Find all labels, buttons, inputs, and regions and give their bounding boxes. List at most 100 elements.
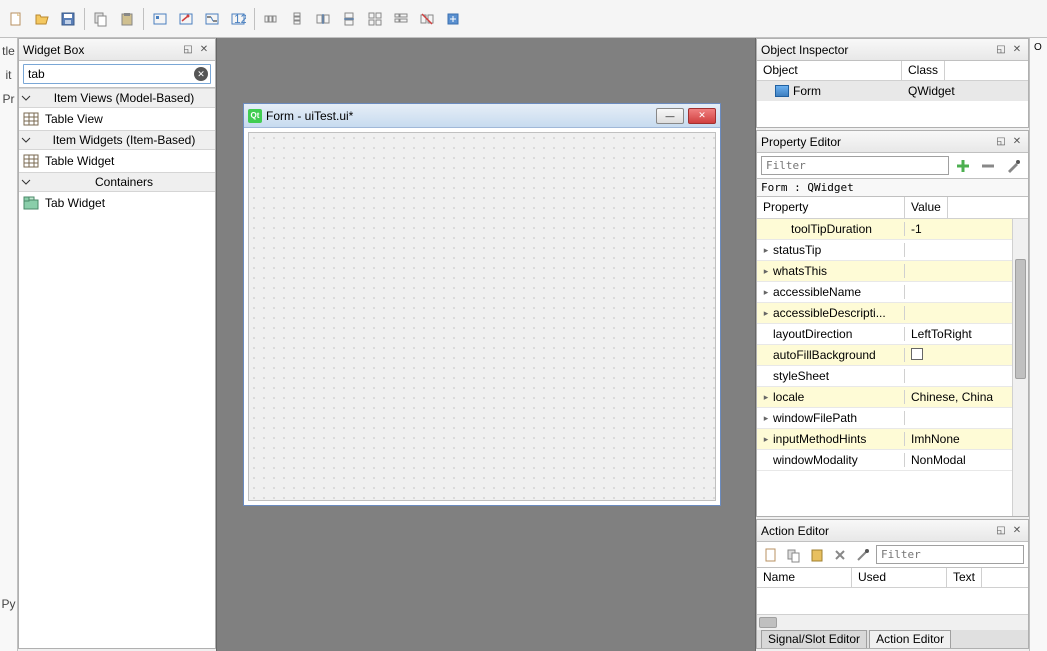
property-header[interactable]: Property Value bbox=[757, 197, 1028, 219]
form-title-bar[interactable]: Qt Form - uiTest.ui* — ✕ bbox=[244, 104, 720, 128]
close-icon[interactable]: ✕ bbox=[1010, 43, 1024, 57]
property-row[interactable]: ▸localeChinese, China bbox=[757, 387, 1028, 408]
layout-hsplit-button[interactable] bbox=[311, 7, 335, 31]
undock-icon[interactable]: ◱ bbox=[994, 43, 1008, 57]
widget-table-widget[interactable]: Table Widget bbox=[19, 150, 215, 172]
right-column: Object Inspector ◱✕ Object Class Form QW… bbox=[756, 38, 1029, 651]
widget-tab-widget[interactable]: Tab Widget bbox=[19, 192, 215, 214]
left-tab-4[interactable]: Py bbox=[1, 597, 15, 611]
design-canvas[interactable]: Qt Form - uiTest.ui* — ✕ bbox=[216, 38, 756, 651]
save-file-button[interactable] bbox=[56, 7, 80, 31]
break-layout-button[interactable] bbox=[415, 7, 439, 31]
action-hscrollbar[interactable] bbox=[757, 614, 1028, 630]
close-icon[interactable]: ✕ bbox=[1010, 135, 1024, 149]
layout-form-button[interactable] bbox=[389, 7, 413, 31]
configure-action-icon[interactable] bbox=[853, 545, 873, 565]
action-header[interactable]: Name Used Text bbox=[757, 568, 1028, 588]
expand-icon[interactable]: ▸ bbox=[761, 308, 771, 318]
action-editor-panel: Action Editor ◱✕ Name Used Text Signal/S… bbox=[756, 519, 1029, 649]
layout-vsplit-button[interactable] bbox=[337, 7, 361, 31]
tab-action-editor[interactable]: Action Editor bbox=[869, 630, 951, 648]
paste-button[interactable] bbox=[115, 7, 139, 31]
copy-action-button[interactable] bbox=[784, 545, 804, 565]
edit-widgets-button[interactable] bbox=[148, 7, 172, 31]
property-row[interactable]: ▸statusTip bbox=[757, 240, 1028, 261]
close-icon[interactable]: ✕ bbox=[1010, 524, 1024, 538]
expand-icon[interactable]: ▸ bbox=[761, 245, 771, 255]
property-filter-input[interactable] bbox=[761, 156, 949, 175]
property-row[interactable]: styleSheet bbox=[757, 366, 1028, 387]
expand-icon[interactable]: ▸ bbox=[761, 287, 771, 297]
copy-button[interactable] bbox=[89, 7, 113, 31]
close-button[interactable]: ✕ bbox=[688, 108, 716, 124]
minimize-button[interactable]: — bbox=[656, 108, 684, 124]
hscroll-thumb[interactable] bbox=[759, 617, 777, 628]
new-action-button[interactable] bbox=[761, 545, 781, 565]
property-row[interactable]: ▸windowFilePath bbox=[757, 408, 1028, 429]
layout-vertical-button[interactable] bbox=[285, 7, 309, 31]
widget-box-search[interactable]: ✕ bbox=[23, 64, 211, 84]
layout-grid-button[interactable] bbox=[363, 7, 387, 31]
object-inspector-header[interactable]: Object Class bbox=[757, 61, 1028, 81]
property-row[interactable]: toolTipDuration-1 bbox=[757, 219, 1028, 240]
edit-buddies-button[interactable] bbox=[200, 7, 224, 31]
layout-horizontal-button[interactable] bbox=[259, 7, 283, 31]
category-containers[interactable]: Containers bbox=[19, 172, 215, 192]
property-row[interactable]: ▸inputMethodHintsImhNone bbox=[757, 429, 1028, 450]
property-row[interactable]: layoutDirectionLeftToRight bbox=[757, 324, 1028, 345]
remove-property-button[interactable] bbox=[977, 155, 999, 177]
form-title: Form - uiTest.ui* bbox=[266, 109, 652, 123]
undock-icon[interactable]: ◱ bbox=[994, 524, 1008, 538]
clear-search-icon[interactable]: ✕ bbox=[194, 67, 208, 81]
action-filter-input[interactable] bbox=[876, 545, 1024, 564]
bottom-tabs: Signal/Slot Editor Action Editor bbox=[757, 630, 1028, 648]
toolbar-separator bbox=[84, 8, 85, 30]
widget-box-title: Widget Box bbox=[23, 43, 181, 57]
qt-logo-icon: Qt bbox=[248, 109, 262, 123]
main-toolbar: 123 bbox=[0, 0, 1047, 38]
expand-icon[interactable]: ▸ bbox=[761, 413, 771, 423]
expand-icon[interactable]: ▸ bbox=[761, 266, 771, 276]
object-inspector-title: Object Inspector bbox=[761, 43, 994, 57]
property-row[interactable]: ▸whatsThis bbox=[757, 261, 1028, 282]
property-list[interactable]: toolTipDuration-1▸statusTip▸whatsThis▸ac… bbox=[757, 219, 1028, 516]
property-editor-title: Property Editor bbox=[761, 135, 994, 149]
undock-icon[interactable]: ◱ bbox=[994, 135, 1008, 149]
property-row[interactable]: windowModalityNonModal bbox=[757, 450, 1028, 471]
left-tab-1[interactable]: it bbox=[6, 68, 12, 82]
tab-signal-slot[interactable]: Signal/Slot Editor bbox=[761, 630, 867, 648]
right-tab-0[interactable]: O bbox=[1030, 38, 1047, 57]
form-window[interactable]: Qt Form - uiTest.ui* — ✕ bbox=[243, 103, 721, 506]
delete-action-button[interactable] bbox=[830, 545, 850, 565]
checkbox[interactable] bbox=[911, 348, 923, 360]
adjust-size-button[interactable] bbox=[441, 7, 465, 31]
property-row[interactable]: autoFillBackground bbox=[757, 345, 1028, 366]
form-body[interactable] bbox=[248, 132, 716, 501]
configure-icon[interactable] bbox=[1002, 155, 1024, 177]
edit-signals-button[interactable] bbox=[174, 7, 198, 31]
widget-box-search-input[interactable] bbox=[26, 66, 194, 82]
paste-action-button[interactable] bbox=[807, 545, 827, 565]
new-file-button[interactable] bbox=[4, 7, 28, 31]
undock-icon[interactable]: ◱ bbox=[181, 43, 195, 57]
form-icon bbox=[775, 85, 789, 97]
expand-icon[interactable]: ▸ bbox=[761, 392, 771, 402]
left-tab-0[interactable]: tle bbox=[2, 44, 15, 58]
property-scrollbar[interactable] bbox=[1012, 219, 1028, 516]
open-file-button[interactable] bbox=[30, 7, 54, 31]
category-item-views[interactable]: Item Views (Model-Based) bbox=[19, 88, 215, 108]
property-path: Form : QWidget bbox=[757, 179, 1028, 197]
widget-table-view[interactable]: Table View bbox=[19, 108, 215, 130]
add-property-button[interactable] bbox=[952, 155, 974, 177]
left-tab-2[interactable]: Pr bbox=[3, 92, 15, 106]
category-item-widgets[interactable]: Item Widgets (Item-Based) bbox=[19, 130, 215, 150]
scroll-thumb[interactable] bbox=[1015, 259, 1026, 379]
close-icon[interactable]: ✕ bbox=[197, 43, 211, 57]
edit-tab-order-button[interactable]: 123 bbox=[226, 7, 250, 31]
action-list[interactable] bbox=[757, 588, 1028, 614]
property-row[interactable]: ▸accessibleName bbox=[757, 282, 1028, 303]
widget-box-list[interactable]: Item Views (Model-Based) Table View Item… bbox=[19, 88, 215, 648]
object-row-form[interactable]: Form QWidget bbox=[757, 81, 1028, 101]
expand-icon[interactable]: ▸ bbox=[761, 434, 771, 444]
property-row[interactable]: ▸accessibleDescripti... bbox=[757, 303, 1028, 324]
